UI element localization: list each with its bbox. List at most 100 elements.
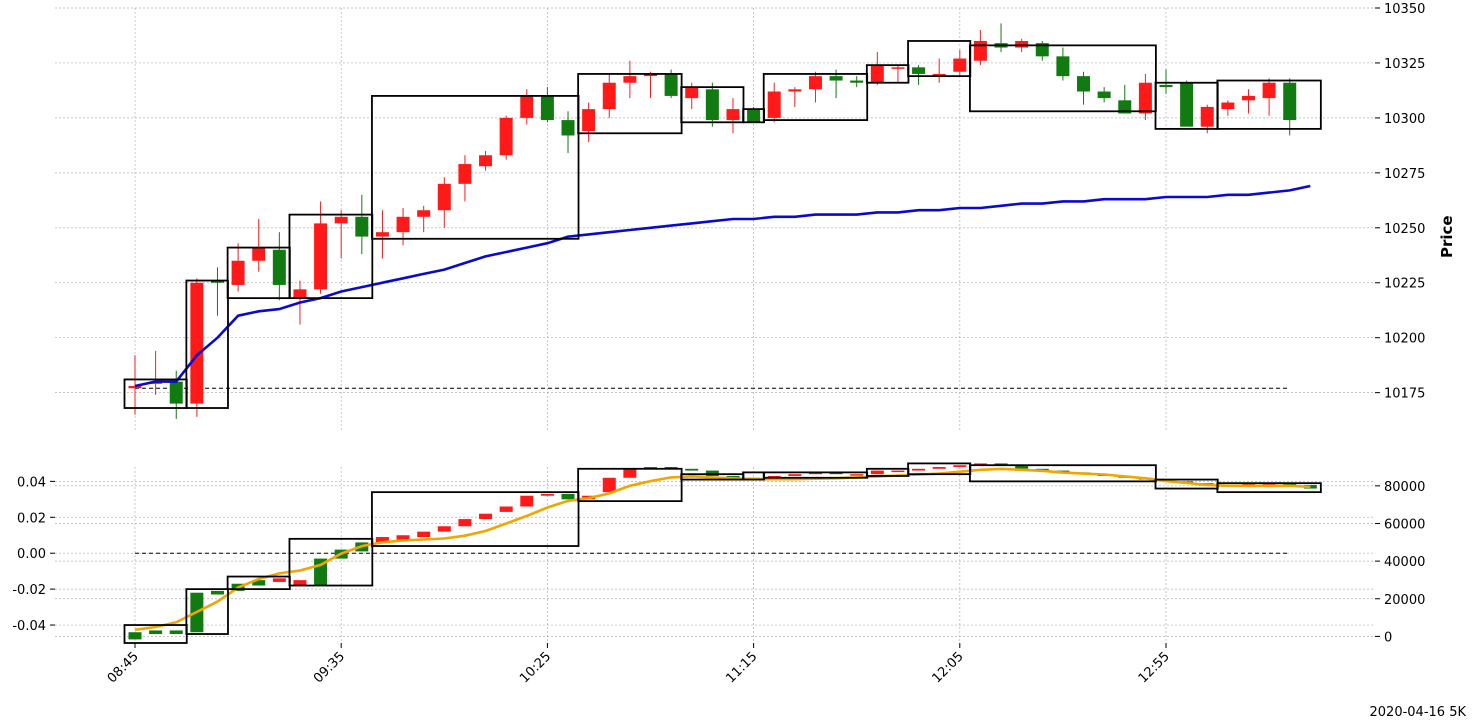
price-candle-body	[355, 216, 369, 237]
indicator-candle-body	[953, 465, 967, 467]
price-candle-body	[231, 260, 245, 285]
right-tick-label: 60000	[1384, 517, 1425, 532]
price-axis-label: Price	[1438, 215, 1456, 258]
price-candle-body	[912, 67, 926, 74]
price-tick-label: 10325	[1384, 57, 1425, 72]
price-tick-label: 10350	[1384, 2, 1425, 17]
price-candle-body	[458, 164, 472, 184]
indicator-candle-body	[561, 493, 575, 500]
price-candle-body	[417, 210, 431, 217]
price-candle-body	[190, 282, 204, 404]
price-candle-body	[829, 76, 843, 81]
price-candle-body	[293, 289, 307, 299]
price-candle-body	[973, 40, 987, 61]
right-tick-label: 80000	[1384, 480, 1425, 495]
left-tick-label: -0.04	[12, 619, 46, 634]
price-candle-body	[1283, 82, 1297, 121]
price-candle-body	[747, 109, 761, 123]
price-candle-body	[1200, 106, 1214, 127]
price-candle-body	[788, 89, 802, 92]
price-candle-body	[1097, 91, 1111, 99]
right-tick-label: 40000	[1384, 555, 1425, 570]
indicator-candle-body	[520, 495, 534, 507]
indicator-candle-body	[870, 470, 884, 475]
price-candle-body	[1159, 84, 1173, 88]
price-candle-body	[437, 183, 451, 211]
price-candle-body	[870, 65, 884, 83]
price-candle-body	[1015, 40, 1029, 48]
price-candle-body	[1077, 76, 1091, 92]
price-tick-label: 10250	[1384, 222, 1425, 237]
indicator-candle-body	[272, 578, 286, 582]
left-tick-label: 0.04	[17, 475, 46, 490]
price-candle-body	[252, 247, 266, 261]
left-tick-label: 0.02	[17, 511, 46, 526]
indicator-candle-body	[169, 630, 183, 635]
price-candle-body	[479, 155, 493, 167]
price-candle-body	[520, 95, 534, 118]
indicator-candle-body	[602, 477, 616, 493]
indicator-candle-body	[891, 470, 905, 473]
indicator-candle-body	[623, 468, 637, 478]
price-candle-body	[561, 120, 575, 136]
price-candle-body	[726, 109, 740, 121]
x-tick-label: 09:35	[311, 649, 348, 686]
price-candle-body	[375, 232, 389, 237]
indicator-candle-body	[540, 493, 554, 496]
price-panel	[123, 23, 1322, 420]
price-candle-body	[850, 80, 864, 83]
indicator-candle-body	[128, 632, 142, 640]
indicator-candle-body	[788, 474, 802, 476]
left-tick-label: -0.02	[12, 583, 46, 598]
x-tick-label: 12:05	[930, 649, 967, 686]
right-tick-label: 0	[1384, 630, 1392, 645]
price-tick-label: 10175	[1384, 387, 1425, 402]
price-candle-body	[128, 386, 142, 389]
indicator-candle-body	[685, 468, 699, 471]
price-tick-label: 10275	[1384, 167, 1425, 182]
price-candle-body	[767, 91, 781, 118]
price-candle-body	[272, 249, 286, 285]
indicator-candle-body	[499, 506, 513, 512]
price-candle-body	[1180, 82, 1194, 127]
price-average-line	[134, 184, 1311, 388]
indicator-candle-body	[210, 590, 224, 595]
x-tick-label: 10:25	[517, 649, 554, 686]
indicator-candle-body	[912, 468, 926, 471]
price-candle-body	[540, 95, 554, 121]
price-candle-body	[953, 58, 967, 72]
price-candle-body	[1241, 95, 1255, 101]
price-candle-body	[314, 223, 328, 290]
price-candle-body	[582, 109, 596, 132]
price-candle-body	[1221, 102, 1235, 110]
indicator-candle-body	[149, 630, 163, 635]
right-tick-label: 20000	[1384, 593, 1425, 608]
indicator-candle-body	[417, 531, 431, 538]
x-tick-label: 12:55	[1136, 649, 1173, 686]
price-candle-body	[1262, 82, 1276, 99]
indicator-candle-body	[932, 467, 946, 469]
price-candle-body	[705, 89, 719, 121]
x-tick-label: 11:15	[723, 649, 760, 686]
indicator-candle-body	[850, 474, 864, 476]
price-candle-body	[1056, 56, 1070, 77]
price-candle-body	[664, 73, 678, 96]
left-tick-label: 0.00	[17, 547, 46, 562]
price-candle-body	[169, 381, 183, 404]
price-candle-body	[334, 216, 348, 224]
indicator-candle-body	[437, 526, 451, 532]
indicator-panel	[123, 462, 1322, 644]
chart-footer: 2020-04-16 5K	[1370, 705, 1467, 720]
price-candle-body	[499, 117, 513, 156]
price-candle-body	[396, 216, 410, 233]
price-candle-body	[685, 87, 699, 99]
price-candle-body	[623, 76, 637, 83]
price-candle-body	[1138, 82, 1152, 114]
price-candle-body	[808, 76, 822, 90]
price-tick-label: 10225	[1384, 277, 1425, 292]
price-candle-body	[891, 67, 905, 69]
indicator-candle-body	[479, 513, 493, 520]
indicator-candle-body	[458, 519, 472, 527]
x-tick-label: 08:45	[105, 649, 142, 686]
indicator-line	[134, 467, 1311, 632]
